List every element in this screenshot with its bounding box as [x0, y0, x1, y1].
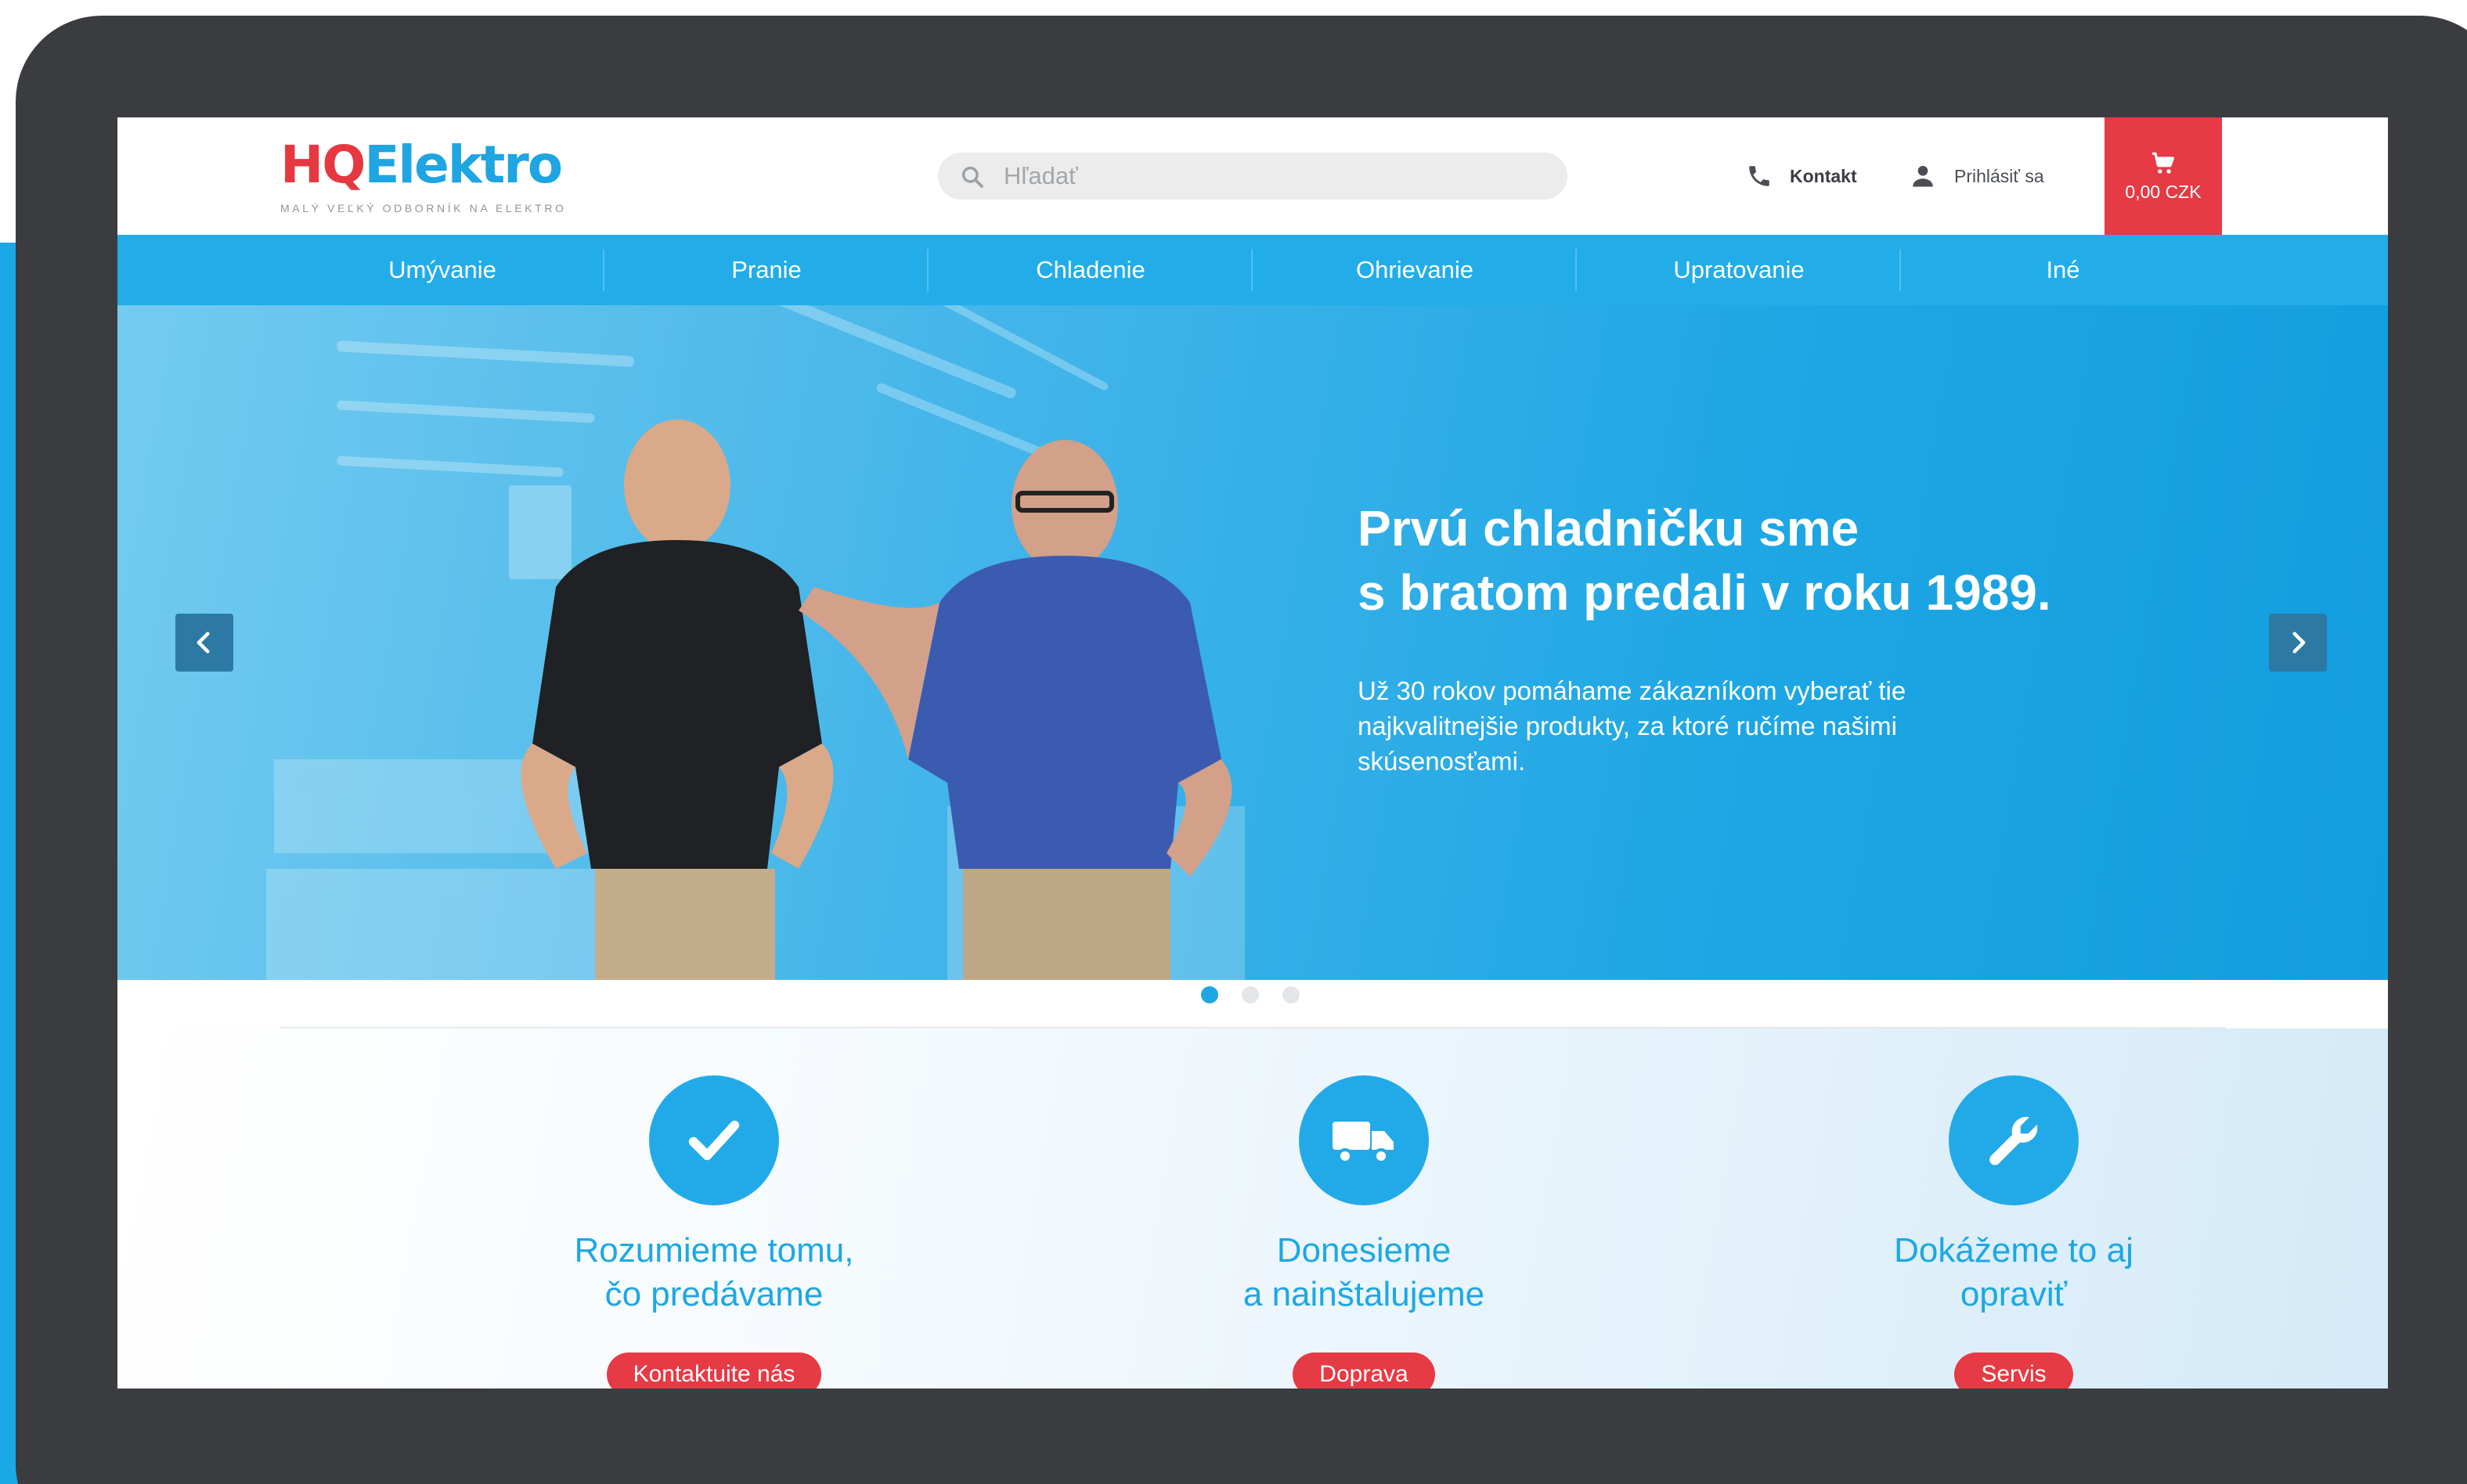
- nav-item-label: Pranie: [731, 256, 802, 283]
- nav-item-label: Ohrievanie: [1356, 256, 1473, 283]
- search-bar[interactable]: [938, 153, 1567, 200]
- slider-dots: [1201, 986, 1300, 1003]
- hero-title: Prvú chladničku sme s bratom predali v r…: [1358, 496, 2141, 625]
- nav-item-pranie[interactable]: Pranie: [604, 235, 929, 305]
- login-link[interactable]: Prihlásiť sa: [1909, 158, 2044, 194]
- nav-item-ine[interactable]: Iné: [1901, 235, 2225, 305]
- delivery-button[interactable]: Doprava: [1293, 1353, 1435, 1389]
- chevron-right-icon: [2292, 632, 2306, 654]
- logo-elektro: Elektro: [364, 135, 563, 195]
- logo-hq: HQ: [280, 135, 366, 195]
- cart-button[interactable]: 0,00 CZK: [2105, 117, 2222, 235]
- wrench-icon: [1949, 1075, 2079, 1205]
- nav-item-label: Chladenie: [1036, 256, 1145, 283]
- feature-title-line1: Rozumieme tomu,: [574, 1231, 854, 1270]
- contact-link[interactable]: Kontakt: [1746, 158, 1857, 194]
- delivery-truck-icon: [1299, 1075, 1429, 1205]
- feature-delivery: Donesieme a nainštalujeme Doprava: [1113, 1028, 1614, 1389]
- search-icon: [961, 166, 983, 188]
- feature-title-line2: opraviť: [1960, 1275, 2068, 1313]
- nav-item-chladenie[interactable]: Chladenie: [929, 235, 1253, 305]
- feature-expertise: Rozumieme tomu, čo predávame Kontaktuite…: [463, 1028, 965, 1389]
- feature-service: Dokážeme to aj opraviť Servis: [1763, 1028, 2264, 1389]
- slider-dot-1[interactable]: [1201, 986, 1218, 1003]
- feature-title-line2: a nainštalujeme: [1243, 1275, 1485, 1313]
- login-label: Prihlásiť sa: [1954, 165, 2044, 186]
- contact-us-button[interactable]: Kontaktuite nás: [606, 1353, 822, 1389]
- checkmark-icon: [649, 1075, 779, 1205]
- slider-dot-3[interactable]: [1282, 986, 1300, 1003]
- nav-item-ohrievanie[interactable]: Ohrievanie: [1253, 235, 1577, 305]
- chevron-left-icon: [197, 632, 210, 654]
- service-button[interactable]: Servis: [1954, 1353, 2073, 1389]
- user-icon: [1913, 165, 1933, 187]
- hero-photo: [266, 305, 1245, 980]
- logo-wordmark: HQElektro: [280, 135, 567, 196]
- category-nav: Umývanie Pranie Chladenie Ohrievanie Upr…: [117, 235, 2388, 305]
- logo[interactable]: HQElektro MALÝ VEĽKÝ ODBORNÍK NA ELEKTRO: [280, 135, 567, 214]
- slider-prev-button[interactable]: [175, 614, 233, 672]
- feature-title-line1: Dokážeme to aj: [1894, 1231, 2133, 1270]
- cart-total: 0,00 CZK: [2125, 181, 2202, 202]
- feature-title: Rozumieme tomu, čo predávame: [463, 1229, 965, 1317]
- hero-slider: Prvú chladničku sme s bratom predali v r…: [117, 305, 2388, 980]
- feature-title: Donesieme a nainštalujeme: [1113, 1229, 1614, 1317]
- hero-title-line1: Prvú chladničku sme: [1358, 500, 1859, 556]
- slider-next-button[interactable]: [2269, 614, 2327, 672]
- site-header: HQElektro MALÝ VEĽKÝ ODBORNÍK NA ELEKTRO…: [117, 117, 2388, 235]
- nav-item-label: Upratovanie: [1673, 256, 1805, 283]
- nav-item-upratovanie[interactable]: Upratovanie: [1577, 235, 1901, 305]
- nav-item-label: Umývanie: [388, 256, 496, 283]
- features-section: Rozumieme tomu, čo predávame Kontaktuite…: [117, 1028, 2388, 1389]
- nav-item-umyvanie[interactable]: Umývanie: [280, 235, 604, 305]
- feature-title-line2: čo predávame: [604, 1275, 824, 1313]
- contact-label: Kontakt: [1790, 165, 1857, 186]
- slider-dot-2[interactable]: [1242, 986, 1259, 1003]
- shopping-cart-icon: [2151, 152, 2175, 174]
- logo-tagline: MALÝ VEĽKÝ ODBORNÍK NA ELEKTRO: [280, 202, 567, 214]
- nav-item-label: Iné: [2046, 256, 2080, 283]
- hero-title-line2: s bratom predali v roku 1989.: [1358, 564, 2051, 621]
- phone-icon: [1749, 166, 1769, 186]
- feature-title: Dokážeme to aj opraviť: [1763, 1229, 2264, 1317]
- browser-screen: HQElektro MALÝ VEĽKÝ ODBORNÍK NA ELEKTRO…: [117, 117, 2388, 1389]
- search-input[interactable]: [1004, 153, 1544, 200]
- feature-title-line1: Donesieme: [1276, 1231, 1452, 1270]
- hero-text: Už 30 rokov pomáhame zákazníkom vyberať …: [1358, 676, 1906, 776]
